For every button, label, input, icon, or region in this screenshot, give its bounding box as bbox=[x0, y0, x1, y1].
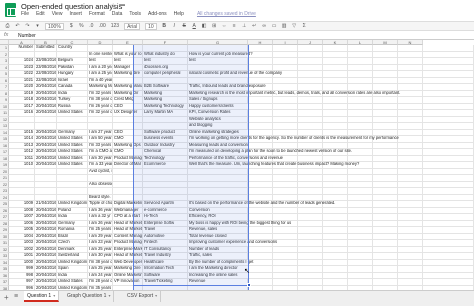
table-cell[interactable]: natural cosmetic profit and revenue of t… bbox=[188, 71, 474, 78]
bold-button[interactable]: B bbox=[162, 23, 167, 29]
tab-menu-icon[interactable]: ▾ bbox=[155, 293, 157, 298]
merge-icon[interactable]: ⇔ bbox=[222, 23, 227, 29]
percent-button[interactable]: % bbox=[79, 23, 84, 29]
menu-help[interactable]: Help bbox=[174, 11, 184, 18]
folder-icon[interactable]: ▬ bbox=[119, 2, 125, 8]
menu-insert[interactable]: Insert bbox=[69, 11, 82, 18]
tab-question-1[interactable]: Question 1 ▾ bbox=[24, 291, 60, 302]
table-cell[interactable]: Well that's the measure. Um, launching f… bbox=[188, 162, 474, 169]
print-icon[interactable]: ⎙ bbox=[5, 23, 10, 29]
title-bar: Open-ended question analysis ☆ ▬ File Ed… bbox=[0, 0, 474, 17]
tab-label: Question 1 bbox=[27, 293, 52, 299]
selected-range-border bbox=[133, 285, 249, 286]
star-icon[interactable]: ☆ bbox=[110, 2, 116, 10]
menu-tools[interactable]: Tools bbox=[129, 11, 141, 18]
table-cell[interactable]: Happy customers/clients bbox=[188, 104, 474, 110]
fx-icon: fx bbox=[4, 32, 9, 38]
fill-handle[interactable] bbox=[247, 283, 251, 287]
currency-button[interactable]: $ bbox=[69, 23, 74, 29]
link-icon[interactable]: ∞ bbox=[262, 23, 267, 29]
spreadsheet-grid[interactable]: A B C D E F G H I J K L M N 1 Number Submitted Country 2 In… bbox=[0, 40, 474, 290]
table-cell[interactable]: It's based on the performance of the web… bbox=[188, 201, 474, 208]
align-icon[interactable]: ≡ bbox=[232, 23, 237, 29]
function-icon[interactable]: Σ bbox=[302, 23, 307, 29]
tab-menu-icon[interactable]: ▾ bbox=[53, 293, 55, 298]
borders-icon[interactable]: ⊞ bbox=[212, 23, 217, 29]
paint-format-icon[interactable]: ▾ bbox=[35, 23, 40, 29]
table-cell[interactable]: How is your current job measured? bbox=[188, 52, 474, 58]
tab-label: CSV Export bbox=[127, 293, 154, 299]
add-sheet-icon[interactable]: + bbox=[4, 293, 9, 302]
table-cell[interactable]: Improving customer experience and conver… bbox=[188, 240, 474, 247]
table-cell[interactable]: Increasing the online sales bbox=[188, 273, 474, 279]
italic-button[interactable]: I bbox=[172, 23, 177, 29]
formula-bar[interactable]: fx Number bbox=[0, 31, 474, 40]
document-title[interactable]: Open-ended question analysis bbox=[21, 2, 122, 11]
tab-graph-question-1[interactable]: Graph Question 1 ▾ bbox=[64, 291, 115, 302]
text-color-button[interactable]: A bbox=[192, 23, 197, 29]
menu-format[interactable]: Format bbox=[89, 11, 105, 18]
menu-data[interactable]: Data bbox=[112, 11, 123, 18]
font-size-select[interactable]: 10 bbox=[145, 22, 157, 30]
chart-icon[interactable]: ▥ bbox=[282, 23, 287, 29]
toolbar: ⎙ ↶ ↷ ▾ 100% $ % .0 .00 123 Arial 10 B I… bbox=[0, 21, 474, 31]
tab-csv-export[interactable]: CSV Export ▾ bbox=[124, 291, 162, 302]
menu-file[interactable]: File bbox=[21, 11, 29, 18]
save-status[interactable]: All changes saved in Drive bbox=[197, 11, 256, 18]
undo-icon[interactable]: ↶ bbox=[15, 23, 20, 29]
increase-decimal-button[interactable]: .00 bbox=[99, 23, 106, 29]
menu-edit[interactable]: Edit bbox=[36, 11, 45, 18]
all-sheets-icon[interactable]: ≡ bbox=[14, 293, 18, 300]
menu-addons[interactable]: Add-ons bbox=[148, 11, 167, 18]
tab-label: Graph Question 1 bbox=[67, 293, 107, 299]
valign-icon[interactable]: ⊥ bbox=[242, 23, 247, 29]
sheets-logo-icon[interactable] bbox=[5, 3, 16, 17]
zoom-select[interactable]: 100% bbox=[45, 22, 64, 30]
fill-color-icon[interactable]: ◧ bbox=[202, 23, 207, 29]
wrap-icon[interactable]: ↵ bbox=[252, 23, 257, 29]
font-select[interactable]: Arial bbox=[124, 22, 141, 30]
mouse-cursor-icon: ↖ bbox=[244, 268, 250, 275]
menu-view[interactable]: View bbox=[52, 11, 63, 18]
table-cell[interactable]: My boss is happy with ROI being the bigg… bbox=[188, 221, 474, 227]
redo-icon[interactable]: ↷ bbox=[25, 23, 30, 29]
filter-icon[interactable]: ▽ bbox=[292, 23, 297, 29]
sheet-tabs-bar: + ≡ Question 1 ▾ Graph Question 1 ▾ CSV Ex… bbox=[0, 290, 474, 306]
decrease-decimal-button[interactable]: .0 bbox=[89, 23, 94, 29]
strikethrough-button[interactable]: S bbox=[182, 23, 187, 29]
menu-bar: File Edit View Insert Format Data Tools … bbox=[21, 11, 256, 18]
formula-input[interactable]: Number bbox=[18, 33, 36, 39]
number-format-button[interactable]: 123 bbox=[111, 23, 119, 29]
comment-icon[interactable]: ▭ bbox=[272, 23, 277, 29]
tab-menu-icon[interactable]: ▾ bbox=[108, 293, 110, 298]
table-cell[interactable]: Marketing research is the most important… bbox=[188, 91, 474, 97]
